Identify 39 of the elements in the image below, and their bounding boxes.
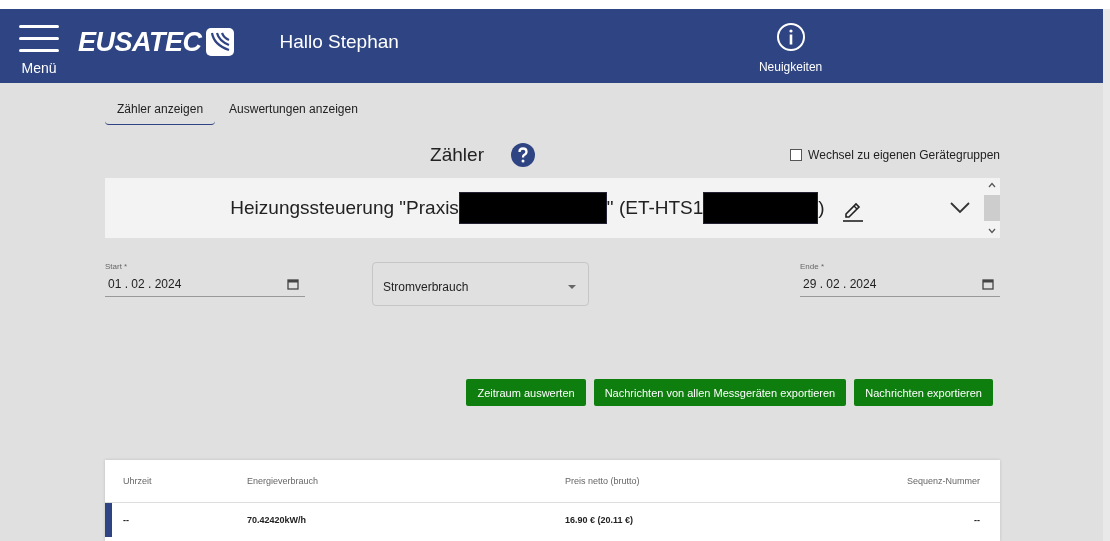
table-cell-text: 70.42420kW/h bbox=[247, 515, 308, 525]
column-header: Uhrzeit bbox=[123, 476, 153, 486]
device-name-text: ) bbox=[818, 197, 825, 219]
page-scrollbar[interactable] bbox=[1103, 9, 1110, 541]
column-header: Preis netto (brutto) bbox=[565, 476, 641, 486]
menu-button[interactable]: Menü bbox=[19, 24, 59, 76]
device-name-text: " (ET-HTS1 bbox=[606, 197, 704, 219]
end-date-field[interactable]: Ende * 29 . 02 . 2024 bbox=[800, 262, 1000, 297]
calendar-icon[interactable] bbox=[287, 278, 299, 290]
scroll-down-icon[interactable] bbox=[988, 228, 996, 234]
action-button[interactable]: Nachrichten von allen Messgeräten exportieren bbox=[593, 379, 847, 406]
logo-icon bbox=[205, 28, 234, 56]
menu-icon bbox=[19, 24, 59, 54]
page-title: Zähler bbox=[430, 144, 484, 166]
type-select[interactable]: Stromverbrauch bbox=[372, 262, 589, 306]
checkbox-label: Wechsel zu eigenen Gerätegruppen bbox=[808, 148, 1000, 162]
device-selector[interactable]: Heizungssteuerung "Praxis " (ET-HTS1 ) bbox=[105, 178, 1000, 238]
action-button[interactable]: Nachrichten exportieren bbox=[854, 379, 993, 406]
column-header: Sequenz-Nummer bbox=[906, 476, 980, 486]
dropdown-arrow-icon bbox=[568, 284, 576, 290]
greeting-text: Hallo Stephan bbox=[279, 31, 399, 53]
chevron-down-icon[interactable] bbox=[950, 202, 970, 214]
column-header: Energieverbrauch bbox=[247, 476, 320, 486]
checkbox[interactable] bbox=[790, 149, 803, 161]
start-date-field[interactable]: Start * 01 . 02 . 2024 bbox=[105, 262, 305, 297]
action-button[interactable]: Zeitraum auswerten bbox=[466, 379, 586, 406]
tab[interactable]: Zähler anzeigen bbox=[105, 97, 216, 125]
tab[interactable]: Auswertungen anzeigen bbox=[217, 97, 370, 125]
scroll-thumb[interactable] bbox=[984, 195, 1000, 221]
info-icon bbox=[775, 22, 806, 52]
table-cell: -- bbox=[974, 515, 980, 525]
device-name-text: Heizungssteuerung "Praxis bbox=[230, 197, 459, 219]
calendar-icon[interactable] bbox=[982, 278, 994, 290]
news-button[interactable]: Neuigkeiten bbox=[752, 21, 829, 75]
table-cell-text: 16.90 € (20.11 €) bbox=[565, 515, 635, 525]
scroll-up-icon[interactable] bbox=[988, 182, 996, 188]
table-cell-text: -- bbox=[123, 515, 130, 525]
help-icon[interactable] bbox=[510, 143, 535, 167]
logo-text: EUSATEC bbox=[78, 26, 202, 58]
